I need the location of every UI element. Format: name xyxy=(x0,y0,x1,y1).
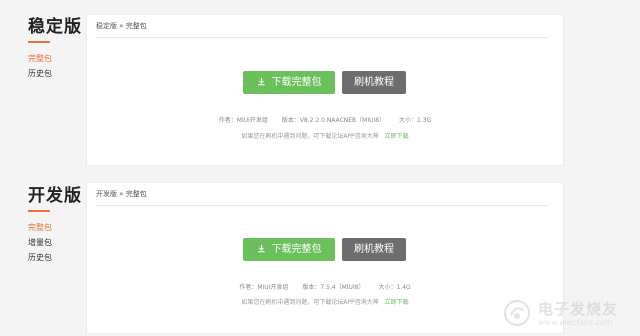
watermark-cn: 电子发烧友 xyxy=(538,300,619,318)
package-meta: 作者：MIUI开发组 版本：V8.2.2.0.NAACNEB（MIUI8） 大小… xyxy=(87,115,563,124)
download-full-button[interactable]: 下载完整包 xyxy=(243,71,335,94)
breadcrumb: 开发版 » 完整包 xyxy=(96,183,549,206)
download-icon xyxy=(257,77,265,86)
download-full-button[interactable]: 下载完整包 xyxy=(243,238,335,261)
help-text: 如果您在刷机中遇到问题，可下载论坛APP咨询大神 xyxy=(241,133,379,140)
stable-nav-history[interactable]: 历史包 xyxy=(28,66,88,81)
download-now-link[interactable]: 立即下载 xyxy=(385,299,409,306)
active-indicator xyxy=(28,210,50,212)
dev-sidebar: 开发版 完整包 增量包 历史包 xyxy=(28,181,88,265)
stable-section: 稳定版 完整包 历史包 稳定版 » 完整包 下载完整包 刷机教程 作者：MIUI… xyxy=(0,0,640,172)
flash-tutorial-button[interactable]: 刷机教程 xyxy=(342,238,406,261)
stable-nav-full[interactable]: 完整包 xyxy=(28,51,88,66)
size-text: 大小：1.4G xyxy=(378,284,411,291)
stable-title: 稳定版 xyxy=(28,17,82,37)
download-label: 下载完整包 xyxy=(271,244,322,255)
active-indicator xyxy=(28,41,50,43)
author-text: 作者：MIUI开发组 xyxy=(218,117,268,124)
breadcrumb: 稳定版 » 完整包 xyxy=(96,15,549,38)
dev-card: 开发版 » 完整包 下载完整包 刷机教程 作者：MIUI开发组 版本：7.5.4… xyxy=(86,182,564,334)
help-note: 如果您在刷机中遇到问题，可下载论坛APP咨询大神 立即下载 xyxy=(87,131,563,140)
dev-title: 开发版 xyxy=(28,186,82,206)
version-text: 版本：V8.2.2.0.NAACNEB（MIUI8） xyxy=(281,117,386,124)
watermark: 电子发烧友 www.elecfans.com xyxy=(502,296,632,330)
author-text: 作者：MIUI开发组 xyxy=(239,284,289,291)
version-text: 版本：7.5.4（MIUI8） xyxy=(302,284,365,291)
download-now-link[interactable]: 立即下载 xyxy=(385,133,409,140)
dev-nav-full[interactable]: 完整包 xyxy=(28,220,88,235)
download-label: 下载完整包 xyxy=(271,77,322,88)
dev-nav-history[interactable]: 历史包 xyxy=(28,250,88,265)
help-note: 如果您在刷机中遇到问题，可下载论坛APP咨询大神 立即下载 xyxy=(87,297,563,306)
flash-tutorial-button[interactable]: 刷机教程 xyxy=(342,71,406,94)
dev-nav-incremental[interactable]: 增量包 xyxy=(28,235,88,250)
size-text: 大小：1.3G xyxy=(399,117,432,124)
help-text: 如果您在刷机中遇到问题，可下载论坛APP咨询大神 xyxy=(241,299,379,306)
stable-card: 稳定版 » 完整包 下载完整包 刷机教程 作者：MIUI开发组 版本：V8.2.… xyxy=(86,14,564,166)
download-icon xyxy=(257,244,265,253)
stable-sidebar: 稳定版 完整包 历史包 xyxy=(28,12,88,81)
package-meta: 作者：MIUI开发组 版本：7.5.4（MIUI8） 大小：1.4G xyxy=(87,282,563,291)
watermark-en: www.elecfans.com xyxy=(538,318,613,327)
elecfans-logo-icon xyxy=(504,300,530,326)
